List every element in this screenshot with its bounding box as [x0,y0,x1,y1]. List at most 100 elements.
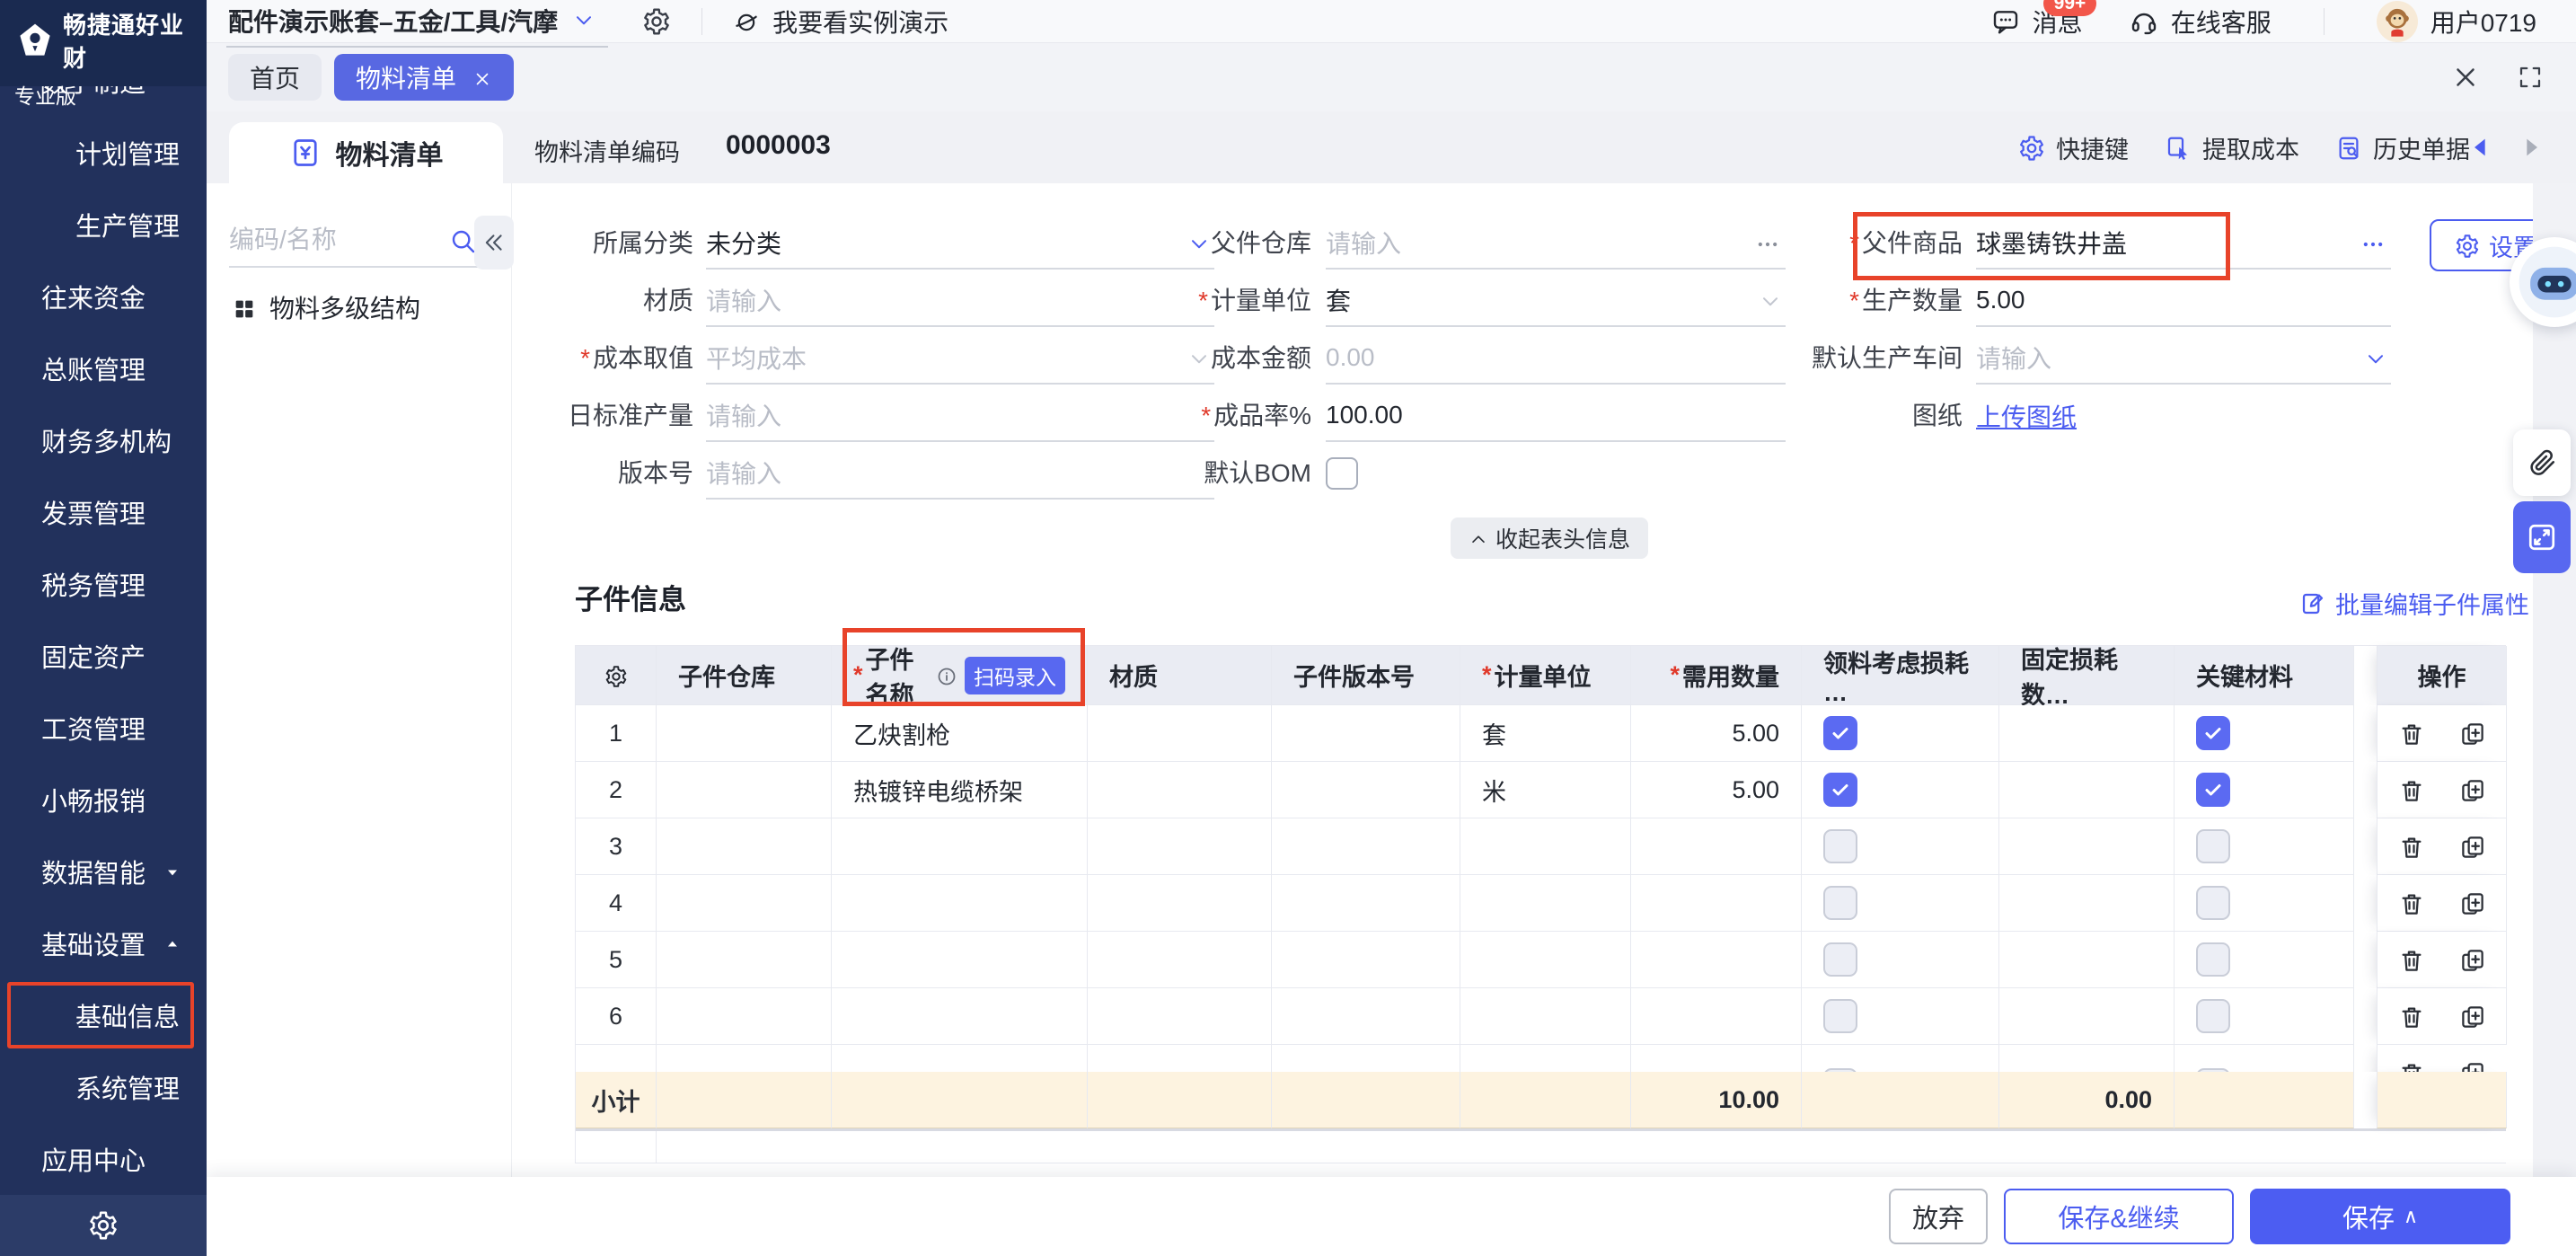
sidebar-item-9[interactable]: 工资管理 [0,692,207,764]
copy-row-button[interactable] [2459,719,2486,747]
gear-icon[interactable] [604,661,628,689]
messages-button[interactable]: 消息 99+ [1991,4,2083,40]
cell-version [1272,1045,1460,1072]
delete-row-button[interactable] [2398,889,2425,917]
collapse-panel-button[interactable] [474,216,514,270]
brand-edition: 专业版 [0,74,207,110]
cell-fixedloss [1999,818,2175,875]
tab-close-icon[interactable] [472,63,492,92]
save-continue-button[interactable]: 保存&继续 [2004,1189,2234,1244]
close-page-icon[interactable] [2450,62,2481,93]
field-production-qty[interactable]: 5.00 [1976,275,2391,327]
tab-home[interactable]: 首页 [228,54,322,101]
copy-row-button[interactable] [2459,945,2486,974]
doc-type-tab[interactable]: 物料清单 [229,122,503,183]
tab-bom-label: 物料清单 [356,59,456,95]
sidebar-settings-button[interactable] [0,1195,207,1256]
key-material-checkbox[interactable] [2196,942,2230,977]
sidebar-item-8[interactable]: 固定资产 [0,620,207,692]
account-settings-gear-icon[interactable] [642,7,671,36]
attachment-button[interactable] [2513,429,2571,496]
sidebar-item-15[interactable]: 应用中心 [0,1123,207,1195]
tree-item-multilevel[interactable]: 物料多级结构 [232,289,420,325]
cancel-button[interactable]: 放弃 [1889,1189,1988,1244]
field-drawing[interactable]: 上传图纸 [1976,390,2391,442]
account-set-name: 配件演示账套–五金/工具/汽摩 [228,3,558,39]
cell-name: 热镀锌电缆桥架 [832,762,1088,818]
docSearch-icon [2335,133,2362,162]
loss-checkbox[interactable] [1823,773,1857,807]
loss-checkbox[interactable] [1823,829,1857,863]
loss-checkbox[interactable] [1823,716,1857,750]
sidebar-item-13[interactable]: 基础信息 [0,979,207,1051]
delete-row-button[interactable] [2398,1002,2425,1030]
user-menu[interactable]: 用户0719 [2377,1,2536,42]
more-options-icon[interactable] [2360,228,2386,257]
delete-row-button[interactable] [2398,945,2425,974]
upload-drawing-link[interactable]: 上传图纸 [1976,398,2077,434]
batch-edit-link[interactable]: 批量编辑子件属性 [2299,586,2529,621]
save-button[interactable]: 保存 ∧ [2250,1189,2510,1244]
copy-row-button[interactable] [2459,1002,2486,1030]
field-parent-product[interactable]: 球墨铸铁井盖 [1976,217,2391,270]
header-name: *子件名称扫码录入 [832,646,1088,705]
header-tool-1[interactable]: 提取成本 [2165,130,2299,165]
double-chevron-left-icon [481,230,507,255]
header-tool-2[interactable]: 历史单据 [2335,130,2470,165]
sidebar-item-label: 工资管理 [41,709,146,747]
tab-bom-active[interactable]: 物料清单 [334,54,514,101]
online-service-button[interactable]: 在线客服 [2130,4,2272,40]
delete-row-button[interactable] [2398,1059,2425,1072]
sidebar-item-7[interactable]: 税务管理 [0,548,207,620]
fullscreen-icon[interactable] [2517,64,2544,91]
header-num[interactable] [576,646,657,705]
header-fixedloss: 固定损耗数… [1999,646,2175,705]
copy-row-button[interactable] [2459,775,2486,804]
table-row: 3 [576,818,2506,875]
field-value-parent-warehouse: 请输入 [1326,225,1401,261]
sidebar-item-1[interactable]: 计划管理 [0,117,207,189]
loss-checkbox[interactable] [1823,886,1857,920]
default-bom-checkbox[interactable] [1326,457,1358,490]
bom-code-value: 0000003 [726,130,831,161]
key-material-checkbox[interactable] [2196,886,2230,920]
cell-unit: 套 [1460,705,1631,762]
scan-entry-badge[interactable]: 扫码录入 [965,657,1065,694]
field-default-bom[interactable] [1326,447,1786,500]
key-material-checkbox[interactable] [2196,999,2230,1033]
account-set-selector[interactable]: 配件演示账套–五金/工具/汽摩 [226,3,608,48]
delete-row-button[interactable] [2398,719,2425,747]
copy-row-button[interactable] [2459,832,2486,861]
delete-row-button[interactable] [2398,775,2425,804]
expand-button[interactable] [2513,501,2571,573]
sidebar-item-10[interactable]: 小畅报销 [0,764,207,836]
sidebar-item-14[interactable]: 系统管理 [0,1051,207,1123]
copy-row-button[interactable] [2459,1059,2486,1072]
sidebar-item-2[interactable]: 生产管理 [0,189,207,261]
demo-icon [733,6,760,36]
sidebar-item-4[interactable]: 总账管理 [0,332,207,404]
prev-record-button[interactable] [2468,135,2493,160]
cell-material [1088,762,1272,818]
sidebar-item-11[interactable]: 数据智能 [0,836,207,907]
copy-row-button[interactable] [2459,889,2486,917]
loss-checkbox[interactable] [1823,999,1857,1033]
sidebar-item-5[interactable]: 财务多机构 [0,404,207,476]
field-label-parent-product: *父件商品 [1666,217,1963,270]
field-workshop[interactable]: 请输入 [1976,332,2391,385]
sidebar-item-6[interactable]: 发票管理 [0,476,207,548]
loss-checkbox[interactable] [1823,942,1857,977]
header-tool-0[interactable]: 快捷键 [2018,130,2129,165]
key-material-checkbox[interactable] [2196,829,2230,863]
table-row: 5 [576,932,2506,988]
sidebar-item-12[interactable]: 基础设置 [0,907,207,979]
next-record-button[interactable] [2519,135,2544,160]
chevron-down-icon[interactable] [2364,343,2387,372]
key-material-checkbox[interactable] [2196,773,2230,807]
key-material-checkbox[interactable] [2196,716,2230,750]
cell-unit [1460,932,1631,988]
sidebar-item-3[interactable]: 往来资金 [0,261,207,332]
demo-link[interactable]: 我要看实例演示 [733,4,948,40]
delete-row-button[interactable] [2398,832,2425,861]
collapse-header-button[interactable]: 收起表头信息 [1451,517,1648,559]
